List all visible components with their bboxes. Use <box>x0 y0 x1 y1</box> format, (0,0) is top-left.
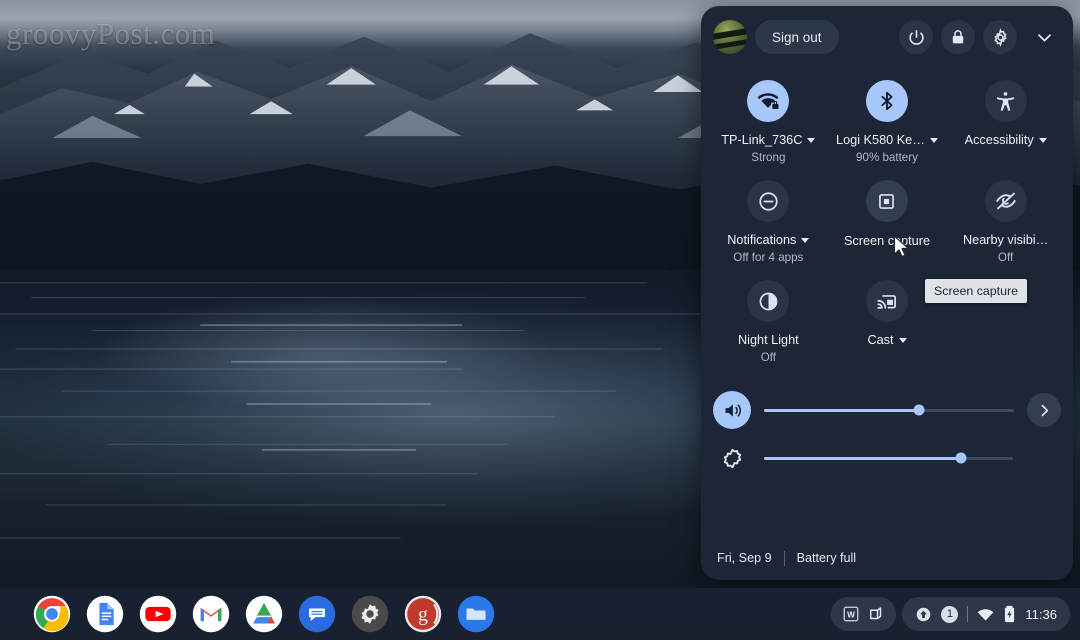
power-button[interactable] <box>899 20 933 54</box>
collapse-button[interactable] <box>1029 22 1059 52</box>
cast-icon <box>866 280 908 322</box>
chevron-down-icon[interactable] <box>930 138 938 143</box>
lock-button[interactable] <box>941 20 975 54</box>
tile-night-light-label: Night Light <box>738 333 799 348</box>
tray-divider <box>967 606 968 622</box>
tile-screen-capture[interactable]: Screen capture <box>828 172 947 270</box>
quick-settings-footer: Fri, Sep 9 Battery full <box>701 536 1073 580</box>
status-tray[interactable]: 1 11:36 <box>902 597 1070 631</box>
sign-out-button[interactable]: Sign out <box>755 20 839 54</box>
tooltip: Screen capture <box>925 279 1027 303</box>
shelf-item-drive[interactable] <box>245 595 283 633</box>
chevron-down-icon[interactable] <box>801 238 809 243</box>
feature-tile-grid: TP-Link_736C Strong Logi K580 Ke… 90% ba… <box>701 68 1073 370</box>
wifi-icon[interactable] <box>977 606 994 623</box>
tile-network-text: TP-Link_736C <box>721 133 802 148</box>
quick-settings-header: Sign out <box>701 6 1073 68</box>
shelf: g W <box>0 588 1080 640</box>
clock-label[interactable]: 11:36 <box>1025 607 1057 622</box>
wifi-locked-icon <box>747 80 789 122</box>
watermark: groovyPost.com <box>6 16 215 52</box>
lock-icon <box>949 28 967 46</box>
tile-network[interactable]: TP-Link_736C Strong <box>709 72 828 170</box>
night-light-icon <box>747 280 789 322</box>
tile-bluetooth[interactable]: Logi K580 Ke… 90% battery <box>828 72 947 170</box>
shelf-item-gmail[interactable] <box>192 595 230 633</box>
brightness-slider-track[interactable] <box>764 457 1013 460</box>
svg-text:g: g <box>418 603 428 625</box>
tile-accessibility-label: Accessibility <box>965 133 1047 148</box>
tile-night-light-sub: Off <box>761 351 776 364</box>
tile-notifications-text: Notifications <box>727 233 796 248</box>
chevron-down-icon <box>1035 28 1054 47</box>
volume-slider-row <box>701 386 1073 434</box>
chevron-down-icon[interactable] <box>807 138 815 143</box>
tile-notifications-sub: Off for 4 apps <box>733 251 803 264</box>
svg-text:W: W <box>848 610 856 619</box>
battery-charging-icon[interactable] <box>1003 605 1016 623</box>
upload-icon[interactable] <box>915 606 932 623</box>
audio-settings-button[interactable] <box>1027 393 1061 427</box>
footer-divider <box>784 551 785 566</box>
gear-icon <box>991 28 1010 47</box>
shelf-item-docs[interactable] <box>86 595 124 633</box>
shelf-item-groovypost[interactable]: g <box>404 595 442 633</box>
shelf-item-settings[interactable] <box>351 595 389 633</box>
accessibility-icon <box>985 80 1027 122</box>
brightness-slider-row <box>701 434 1073 482</box>
volume-slider-fill <box>764 409 919 412</box>
tile-network-label: TP-Link_736C <box>721 133 815 148</box>
shelf-item-files[interactable] <box>457 595 495 633</box>
tile-cast-text: Cast <box>867 333 893 348</box>
tile-notifications[interactable]: Notifications Off for 4 apps <box>709 172 828 270</box>
tile-notifications-label: Notifications <box>727 233 809 248</box>
mouse-cursor <box>893 235 910 259</box>
do-not-disturb-icon <box>747 180 789 222</box>
date-label[interactable]: Fri, Sep 9 <box>717 551 772 565</box>
window-switch-icon[interactable] <box>867 605 885 623</box>
tile-network-sub: Strong <box>751 151 785 164</box>
window-tray[interactable]: W <box>831 597 896 631</box>
tile-accessibility-text: Accessibility <box>965 133 1034 148</box>
battery-status-label[interactable]: Battery full <box>797 551 857 565</box>
shelf-item-youtube[interactable] <box>139 595 177 633</box>
volume-icon[interactable] <box>713 391 751 429</box>
tile-bluetooth-label: Logi K580 Ke… <box>836 133 938 148</box>
tile-cast-label: Cast <box>867 333 906 348</box>
chevron-down-icon[interactable] <box>899 338 907 343</box>
volume-slider-track[interactable] <box>764 409 1014 412</box>
tile-nearby-visibility-label: Nearby visibi… <box>963 233 1048 248</box>
tile-bluetooth-text: Logi K580 Ke… <box>836 133 925 148</box>
tile-nearby-visibility-sub: Off <box>998 251 1013 264</box>
word-window-icon[interactable]: W <box>842 605 860 623</box>
tile-nearby-visibility[interactable]: Nearby visibi… Off <box>946 172 1065 270</box>
shelf-item-messages[interactable] <box>298 595 336 633</box>
tile-screen-capture-label: Screen capture <box>844 233 930 249</box>
chevron-down-icon[interactable] <box>1039 138 1047 143</box>
tile-accessibility[interactable]: Accessibility <box>946 72 1065 170</box>
brightness-slider-knob[interactable] <box>955 453 966 464</box>
shelf-app-list: g <box>0 595 495 633</box>
tile-bluetooth-sub: 90% battery <box>856 151 918 164</box>
system-tray: W 1 <box>831 597 1070 631</box>
brightness-icon[interactable] <box>713 439 751 477</box>
power-icon <box>907 28 926 47</box>
eye-off-icon <box>985 180 1027 222</box>
avatar[interactable] <box>713 20 747 54</box>
settings-button[interactable] <box>983 20 1017 54</box>
volume-slider-knob[interactable] <box>914 405 925 416</box>
brightness-slider-fill <box>764 457 961 460</box>
shelf-item-chrome[interactable] <box>33 595 71 633</box>
chevron-right-icon <box>1036 402 1053 419</box>
notification-badge[interactable]: 1 <box>941 606 958 623</box>
bluetooth-icon <box>866 80 908 122</box>
tile-night-light[interactable]: Night Light Off <box>709 272 828 370</box>
screen-capture-icon <box>866 180 908 222</box>
